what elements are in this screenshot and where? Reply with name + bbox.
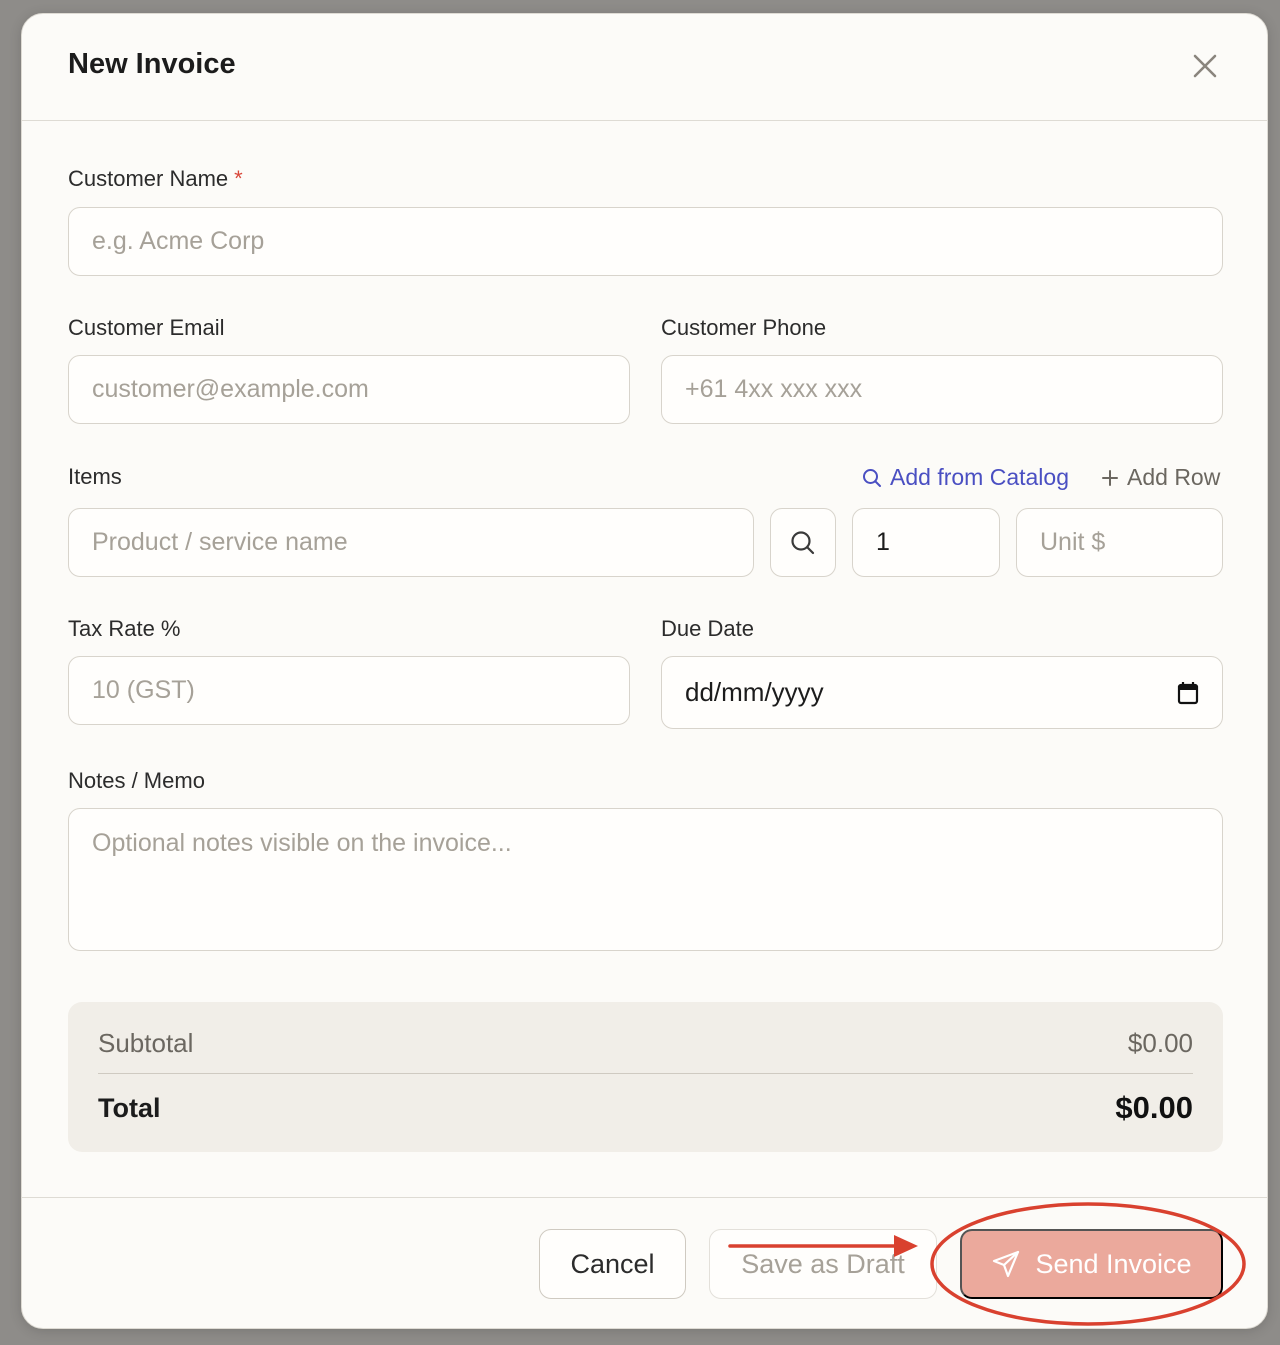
invoice-summary: Subtotal $0.00 Total $0.00	[68, 1002, 1223, 1152]
add-row-label: Add Row	[1127, 464, 1221, 490]
unit-price-input[interactable]	[1016, 508, 1223, 577]
notes-textarea[interactable]	[68, 808, 1223, 951]
send-icon	[993, 1250, 1020, 1278]
required-mark: *	[234, 166, 243, 191]
subtotal-label: Subtotal	[98, 1028, 194, 1058]
total-row: Total $0.00	[98, 1090, 1193, 1126]
due-date-label: Due Date	[661, 616, 754, 641]
new-invoice-modal: New Invoice Customer Name* Customer Emai…	[21, 13, 1268, 1329]
modal-title: New Invoice	[68, 48, 236, 80]
customer-name-label-text: Customer Name	[68, 166, 229, 191]
total-value: $0.00	[1115, 1090, 1193, 1125]
due-date-input[interactable]: dd/mm/yyyy	[661, 656, 1223, 729]
customer-name-input[interactable]	[68, 207, 1223, 276]
send-invoice-label: Send Invoice	[1035, 1248, 1192, 1279]
footer-divider	[22, 1197, 1267, 1198]
item-search-button[interactable]	[770, 508, 836, 577]
tax-rate-input[interactable]	[68, 656, 630, 725]
save-as-draft-button[interactable]: Save as Draft	[709, 1229, 937, 1299]
search-icon	[863, 468, 881, 487]
customer-email-label: Customer Email	[68, 315, 225, 340]
notes-label: Notes / Memo	[68, 768, 205, 793]
customer-name-label: Customer Name *	[68, 166, 243, 192]
total-label: Total	[98, 1092, 161, 1123]
subtotal-value: $0.00	[1127, 1028, 1193, 1058]
modal-header: New Invoice	[22, 14, 1267, 121]
search-icon	[791, 530, 815, 554]
summary-divider	[98, 1073, 1193, 1074]
close-icon[interactable]	[1191, 52, 1219, 80]
plus-icon	[1102, 469, 1118, 486]
customer-phone-label: Customer Phone	[661, 315, 827, 340]
customer-email-input[interactable]	[68, 355, 630, 424]
add-row-link[interactable]: Add Row	[1101, 464, 1220, 491]
calendar-icon[interactable]	[1177, 681, 1199, 705]
customer-phone-input[interactable]	[661, 355, 1223, 424]
product-name-input[interactable]	[68, 508, 754, 577]
due-date-value: dd/mm/yyyy	[685, 677, 824, 707]
quantity-input[interactable]	[852, 508, 1000, 577]
tax-rate-label: Tax Rate %	[68, 616, 181, 641]
add-from-catalog-link[interactable]: Add from Catalog	[862, 464, 1069, 491]
subtotal-row: Subtotal $0.00	[98, 1028, 1193, 1059]
add-from-catalog-label: Add from Catalog	[890, 464, 1069, 490]
send-invoice-button[interactable]: Send Invoice	[960, 1229, 1223, 1299]
cancel-button[interactable]: Cancel	[539, 1229, 686, 1299]
items-label: Items	[68, 464, 122, 489]
